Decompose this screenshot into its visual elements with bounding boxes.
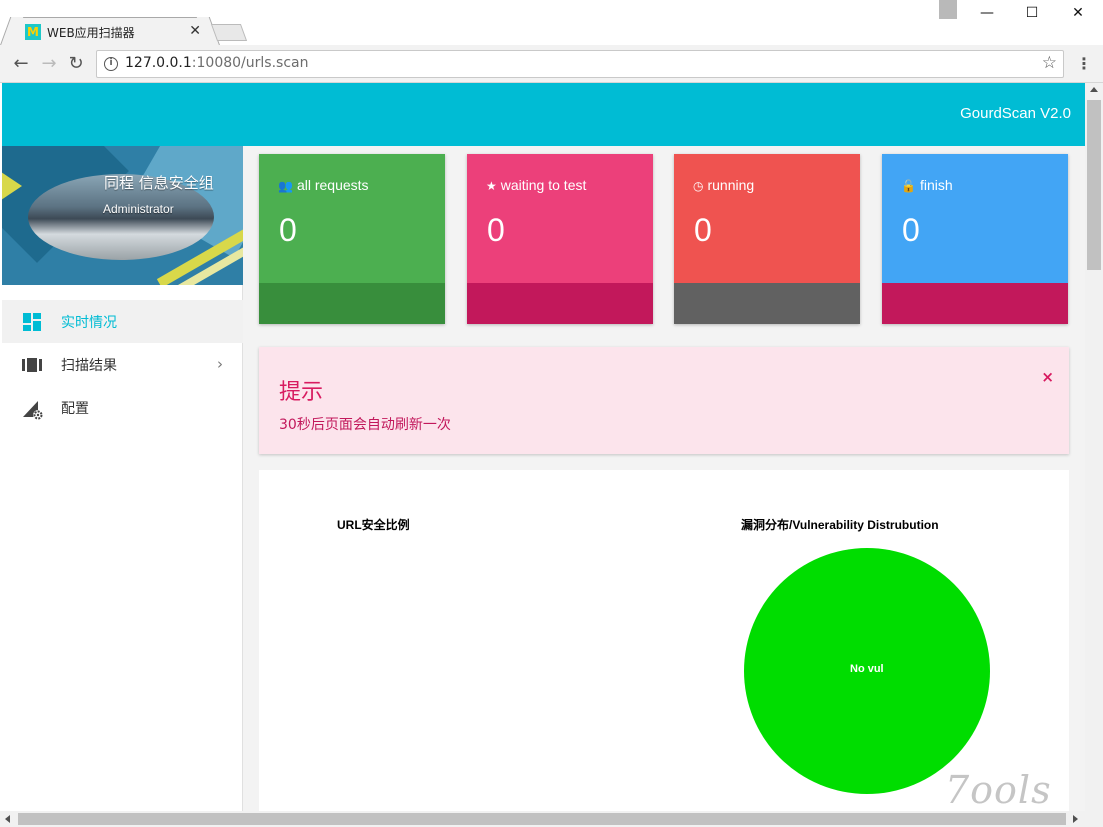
- stat-card-value: 0: [279, 212, 297, 248]
- stat-card-title: ◷ running: [693, 177, 755, 193]
- forward-arrow-icon[interactable]: →: [38, 53, 60, 75]
- bookmark-star-icon[interactable]: ☆: [1042, 53, 1057, 73]
- banner-shape: [2, 166, 22, 206]
- watermark-logo: 7ools: [945, 768, 1052, 812]
- close-window-button[interactable]: ✕: [1060, 2, 1096, 24]
- sidebar-item-realtime[interactable]: 实时情况: [2, 300, 243, 343]
- app-header: GourdScan V2.0: [2, 83, 1085, 146]
- alert-message: 30秒后页面会自动刷新一次: [279, 417, 451, 433]
- vertical-scroll-thumb[interactable]: [1087, 100, 1101, 270]
- stat-card-footer: [467, 283, 653, 324]
- stat-card-waiting: ★ waiting to test 0: [467, 154, 653, 324]
- profile-banner: 同程 信息安全组 Administrator: [2, 146, 243, 285]
- scroll-up-icon[interactable]: [1090, 87, 1098, 92]
- stat-card-value: 0: [487, 212, 505, 248]
- sidebar-item-label: 实时情况: [61, 315, 117, 331]
- tab-close-icon[interactable]: ✕: [189, 23, 201, 39]
- sidebar-item-label: 扫描结果: [61, 358, 117, 374]
- tab-title: WEB应用扫描器: [47, 26, 135, 40]
- stat-card-title: 🔓 finish: [901, 177, 953, 193]
- alert-close-icon[interactable]: ×: [1041, 368, 1054, 386]
- alert-title: 提示: [279, 380, 324, 405]
- stat-card-footer: [259, 283, 445, 324]
- charts-panel: URL安全比例 漏洞分布/Vulnerability Distrubution …: [259, 470, 1069, 811]
- people-icon: 👥: [278, 179, 293, 193]
- chart-title-vuln-distribution: 漏洞分布/Vulnerability Distrubution: [741, 518, 939, 532]
- info-icon[interactable]: i: [104, 57, 118, 71]
- stat-card-footer: [674, 283, 860, 324]
- back-arrow-icon[interactable]: ←: [10, 53, 32, 75]
- vertical-scrollbar[interactable]: [1085, 83, 1103, 811]
- settings-triangle-icon: [22, 398, 43, 420]
- view-array-icon: [22, 355, 42, 375]
- page-viewport: GourdScan V2.0 同程 信息安全组 Administrator 实时…: [2, 83, 1085, 811]
- browser-menu-icon[interactable]: ⋮: [1076, 54, 1092, 74]
- scroll-right-icon[interactable]: [1073, 815, 1078, 823]
- sidebar: 同程 信息安全组 Administrator 实时情况 扫描结果 › 配置: [2, 146, 243, 811]
- browser-window: M WEB应用扫描器 ✕ — ☐ ✕ ← → ↻ i 127.0.0.1:100…: [0, 0, 1103, 827]
- pie-slice-label: No vul: [850, 663, 884, 675]
- profile-organization: 同程 信息安全组: [104, 174, 214, 192]
- stat-card-running: ◷ running 0: [674, 154, 860, 324]
- brand-title: GourdScan V2.0: [960, 105, 1071, 122]
- profile-user-icon[interactable]: [939, 0, 957, 19]
- url-text[interactable]: 127.0.0.1:10080/urls.scan: [125, 55, 308, 71]
- stat-card-footer: [882, 283, 1068, 324]
- stat-card-all-requests: 👥 all requests 0: [259, 154, 445, 324]
- browser-toolbar: ← → ↻ i 127.0.0.1:10080/urls.scan ☆ ⋮: [0, 45, 1103, 83]
- horizontal-scroll-thumb[interactable]: [18, 813, 1066, 825]
- stat-card-value: 0: [694, 212, 712, 248]
- minimize-button[interactable]: —: [969, 2, 1005, 24]
- scroll-left-icon[interactable]: [5, 815, 10, 823]
- address-bar[interactable]: i 127.0.0.1:10080/urls.scan ☆: [96, 50, 1064, 78]
- sidebar-item-scan-results[interactable]: 扫描结果 ›: [2, 343, 243, 386]
- sidebar-item-label: 配置: [61, 401, 89, 417]
- lock-open-icon: 🔓: [901, 179, 916, 193]
- stat-card-title: ★ waiting to test: [486, 177, 587, 193]
- refresh-alert: 提示 30秒后页面会自动刷新一次 ×: [259, 347, 1069, 454]
- new-tab-button[interactable]: [210, 24, 248, 41]
- stat-card-title: 👥 all requests: [278, 177, 369, 193]
- maximize-button[interactable]: ☐: [1014, 2, 1050, 24]
- profile-username: Administrator: [103, 202, 174, 216]
- clock-icon: ◷: [693, 179, 704, 193]
- reload-icon[interactable]: ↻: [65, 53, 87, 75]
- sidebar-item-config[interactable]: 配置: [2, 386, 243, 429]
- stat-card-finish: 🔓 finish 0: [882, 154, 1068, 324]
- sidebar-menu: 实时情况 扫描结果 › 配置: [2, 300, 243, 429]
- dashboard-icon: [22, 312, 42, 332]
- chart-title-url-safety: URL安全比例: [337, 518, 410, 532]
- chevron-right-icon: ›: [217, 355, 223, 373]
- tab-webscanner[interactable]: M WEB应用扫描器 ✕: [10, 17, 210, 46]
- favicon-icon: M: [25, 24, 41, 40]
- stat-card-value: 0: [902, 212, 920, 248]
- star-icon: ★: [486, 179, 497, 193]
- horizontal-scrollbar[interactable]: [0, 811, 1103, 827]
- tab-strip: M WEB应用扫描器 ✕ — ☐ ✕: [0, 0, 1103, 46]
